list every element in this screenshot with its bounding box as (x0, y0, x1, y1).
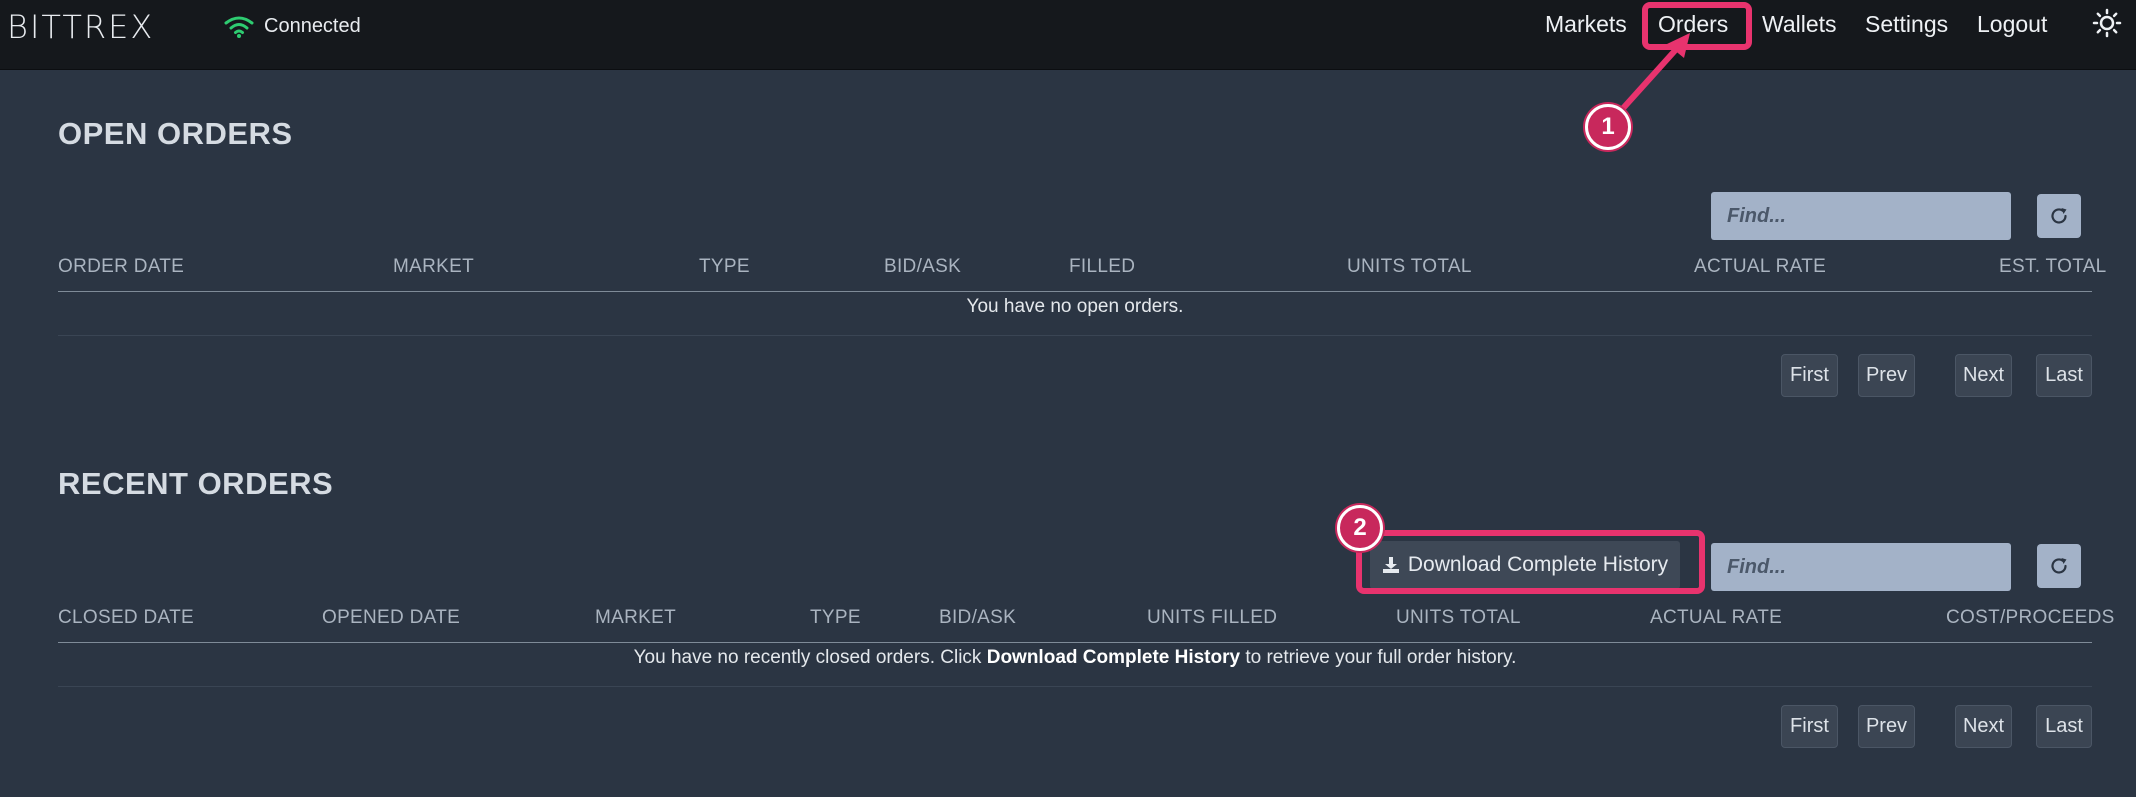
open-orders-last-button[interactable]: Last (2036, 354, 2092, 397)
refresh-icon (2051, 558, 2067, 574)
nav-markets[interactable]: Markets (1545, 10, 1627, 50)
sun-icon[interactable] (2092, 8, 2122, 38)
column-header[interactable]: UNITS TOTAL (1347, 256, 1472, 278)
empty-message-text: to retrieve your full order history. (1240, 647, 1517, 668)
open-orders-next-button[interactable]: Next (1955, 354, 2012, 397)
column-header[interactable]: OPENED DATE (322, 607, 460, 629)
brand-logo[interactable]: BITTREX (7, 8, 154, 46)
refresh-icon (2051, 208, 2067, 224)
recent-orders-last-button[interactable]: Last (2036, 705, 2092, 748)
recent-orders-empty-message: You have no recently closed orders. Clic… (58, 647, 2092, 669)
open-orders-title: OPEN ORDERS (58, 116, 293, 151)
table-divider (58, 291, 2092, 292)
column-header[interactable]: UNITS TOTAL (1396, 607, 1521, 629)
column-header[interactable]: TYPE (699, 256, 750, 278)
column-header[interactable]: EST. TOTAL (1999, 256, 2107, 278)
recent-orders-title: RECENT ORDERS (58, 466, 334, 501)
open-orders-empty-message: You have no open orders. (966, 296, 1184, 317)
table-divider (58, 335, 2092, 336)
column-header[interactable]: ORDER DATE (58, 256, 184, 278)
column-header[interactable]: ACTUAL RATE (1694, 256, 1826, 278)
nav-logout[interactable]: Logout (1977, 10, 2047, 50)
column-header[interactable]: MARKET (595, 607, 676, 629)
recent-orders-first-button[interactable]: First (1781, 705, 1838, 748)
nav-settings[interactable]: Settings (1865, 10, 1948, 50)
empty-message-emphasis: Download Complete History (986, 647, 1241, 668)
open-orders-search-input[interactable] (1711, 192, 2011, 240)
top-navigation-bar: BITTREX Connected Markets Orders Wallets… (0, 0, 2136, 70)
step-1-badge: 1 (1585, 104, 1631, 150)
column-header[interactable]: BID/ASK (884, 256, 961, 278)
column-header[interactable]: COST/PROCEEDS (1946, 607, 2115, 629)
column-header[interactable]: ACTUAL RATE (1650, 607, 1782, 629)
column-header[interactable]: MARKET (393, 256, 474, 278)
step-2-badge: 2 (1337, 505, 1383, 551)
column-header[interactable]: BID/ASK (939, 607, 1016, 629)
table-divider (58, 642, 2092, 643)
download-highlight-box (1356, 530, 1705, 594)
column-header[interactable]: CLOSED DATE (58, 607, 194, 629)
column-header[interactable]: FILLED (1069, 256, 1135, 278)
nav-wallets[interactable]: Wallets (1762, 10, 1837, 50)
open-orders-prev-button[interactable]: Prev (1858, 354, 1915, 397)
connection-status: Connected (224, 14, 361, 38)
open-orders-first-button[interactable]: First (1781, 354, 1838, 397)
connection-status-label: Connected (264, 14, 361, 37)
table-divider (58, 686, 2092, 687)
recent-orders-search-input[interactable] (1711, 543, 2011, 591)
column-header[interactable]: TYPE (810, 607, 861, 629)
open-orders-refresh-button[interactable] (2037, 194, 2081, 238)
wifi-icon (224, 16, 254, 38)
orders-highlight-box (1642, 2, 1752, 50)
annotation-arrow (1614, 33, 1690, 118)
column-header[interactable]: UNITS FILLED (1147, 607, 1277, 629)
recent-orders-next-button[interactable]: Next (1955, 705, 2012, 748)
empty-message-text: You have no recently closed orders. Clic… (633, 647, 987, 668)
recent-orders-prev-button[interactable]: Prev (1858, 705, 1915, 748)
recent-orders-refresh-button[interactable] (2037, 544, 2081, 588)
